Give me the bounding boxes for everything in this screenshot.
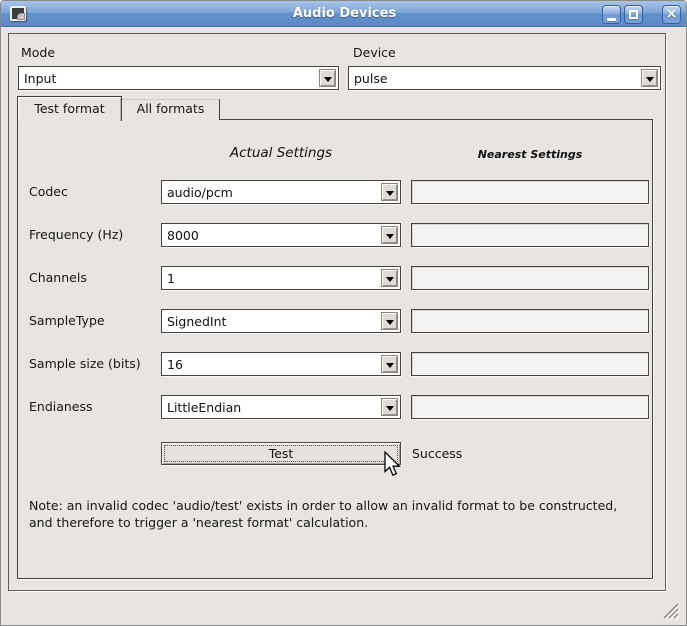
chevron-down-icon <box>386 191 394 196</box>
mode-label: Mode <box>21 45 55 60</box>
close-icon: × <box>663 6 680 23</box>
test-status: Success <box>412 446 462 461</box>
mouse-cursor <box>382 451 404 479</box>
chevron-down-icon <box>386 406 394 411</box>
sampletype-combobox[interactable]: SignedInt <box>161 309 401 333</box>
minimize-button[interactable] <box>602 5 621 24</box>
chevron-down-icon <box>646 77 654 82</box>
endianess-dropdown-button[interactable] <box>381 398 398 416</box>
device-combobox-value: pulse <box>354 71 388 86</box>
endianess-combobox-value: LittleEndian <box>167 400 241 415</box>
window-title: Audio Devices <box>1 6 687 21</box>
device-label: Device <box>353 45 396 60</box>
device-dropdown-button[interactable] <box>641 69 658 87</box>
channels-combobox-value: 1 <box>167 271 175 286</box>
frequency-nearest-field <box>411 223 649 247</box>
samplesize-dropdown-button[interactable] <box>381 355 398 373</box>
maximize-icon <box>629 10 638 19</box>
sampletype-combobox-value: SignedInt <box>167 314 226 329</box>
note-line-1: Note: an invalid codec 'audio/test' exis… <box>29 497 617 514</box>
codec-nearest-field <box>411 180 649 204</box>
chevron-down-icon <box>386 363 394 368</box>
audio-devices-window: Audio Devices × Mode Device Input pulse <box>0 0 687 626</box>
channels-dropdown-button[interactable] <box>381 269 398 287</box>
endianess-label: Endianess <box>29 399 93 414</box>
device-combobox[interactable]: pulse <box>348 66 661 90</box>
actual-settings-header: Actual Settings <box>161 145 401 161</box>
frequency-combobox-value: 8000 <box>167 228 199 243</box>
samplesize-label: Sample size (bits) <box>29 356 141 371</box>
tab-all-formats[interactable]: All formats <box>122 99 220 120</box>
chevron-down-icon <box>386 234 394 239</box>
samplesize-combobox[interactable]: 16 <box>161 352 401 376</box>
codec-label: Codec <box>29 184 68 199</box>
channels-combobox[interactable]: 1 <box>161 266 401 290</box>
codec-combobox-value: audio/pcm <box>167 185 233 200</box>
channels-nearest-field <box>411 266 649 290</box>
frequency-dropdown-button[interactable] <box>381 226 398 244</box>
mode-dropdown-button[interactable] <box>319 69 336 87</box>
test-button[interactable]: Test <box>161 442 401 465</box>
tab-test-format[interactable]: Test format <box>17 96 122 121</box>
titlebar[interactable]: Audio Devices × <box>1 1 687 27</box>
sampletype-nearest-field <box>411 309 649 333</box>
channels-label: Channels <box>29 270 87 285</box>
content-frame: Mode Device Input pulse Test format All … <box>8 33 666 591</box>
endianess-nearest-field <box>411 395 649 419</box>
chevron-down-icon <box>324 77 332 82</box>
nearest-settings-header: Nearest Settings <box>411 148 649 161</box>
codec-combobox[interactable]: audio/pcm <box>161 180 401 204</box>
test-format-pane: Actual Settings Nearest Settings Codec a… <box>17 119 653 579</box>
codec-dropdown-button[interactable] <box>381 183 398 201</box>
frequency-combobox[interactable]: 8000 <box>161 223 401 247</box>
note-text: Note: an invalid codec 'audio/test' exis… <box>29 497 617 531</box>
sampletype-dropdown-button[interactable] <box>381 312 398 330</box>
mode-combobox-value: Input <box>24 71 56 86</box>
minimize-icon <box>607 18 616 21</box>
frequency-label: Frequency (Hz) <box>29 227 123 242</box>
chevron-down-icon <box>386 320 394 325</box>
note-line-2: and therefore to trigger a 'nearest form… <box>29 514 617 531</box>
resize-grip[interactable] <box>657 597 681 621</box>
mode-combobox[interactable]: Input <box>18 66 339 90</box>
endianess-combobox[interactable]: LittleEndian <box>161 395 401 419</box>
chevron-down-icon <box>386 277 394 282</box>
samplesize-combobox-value: 16 <box>167 357 183 372</box>
samplesize-nearest-field <box>411 352 649 376</box>
maximize-button[interactable] <box>624 5 643 24</box>
close-button[interactable]: × <box>662 5 681 24</box>
sampletype-label: SampleType <box>29 313 105 328</box>
